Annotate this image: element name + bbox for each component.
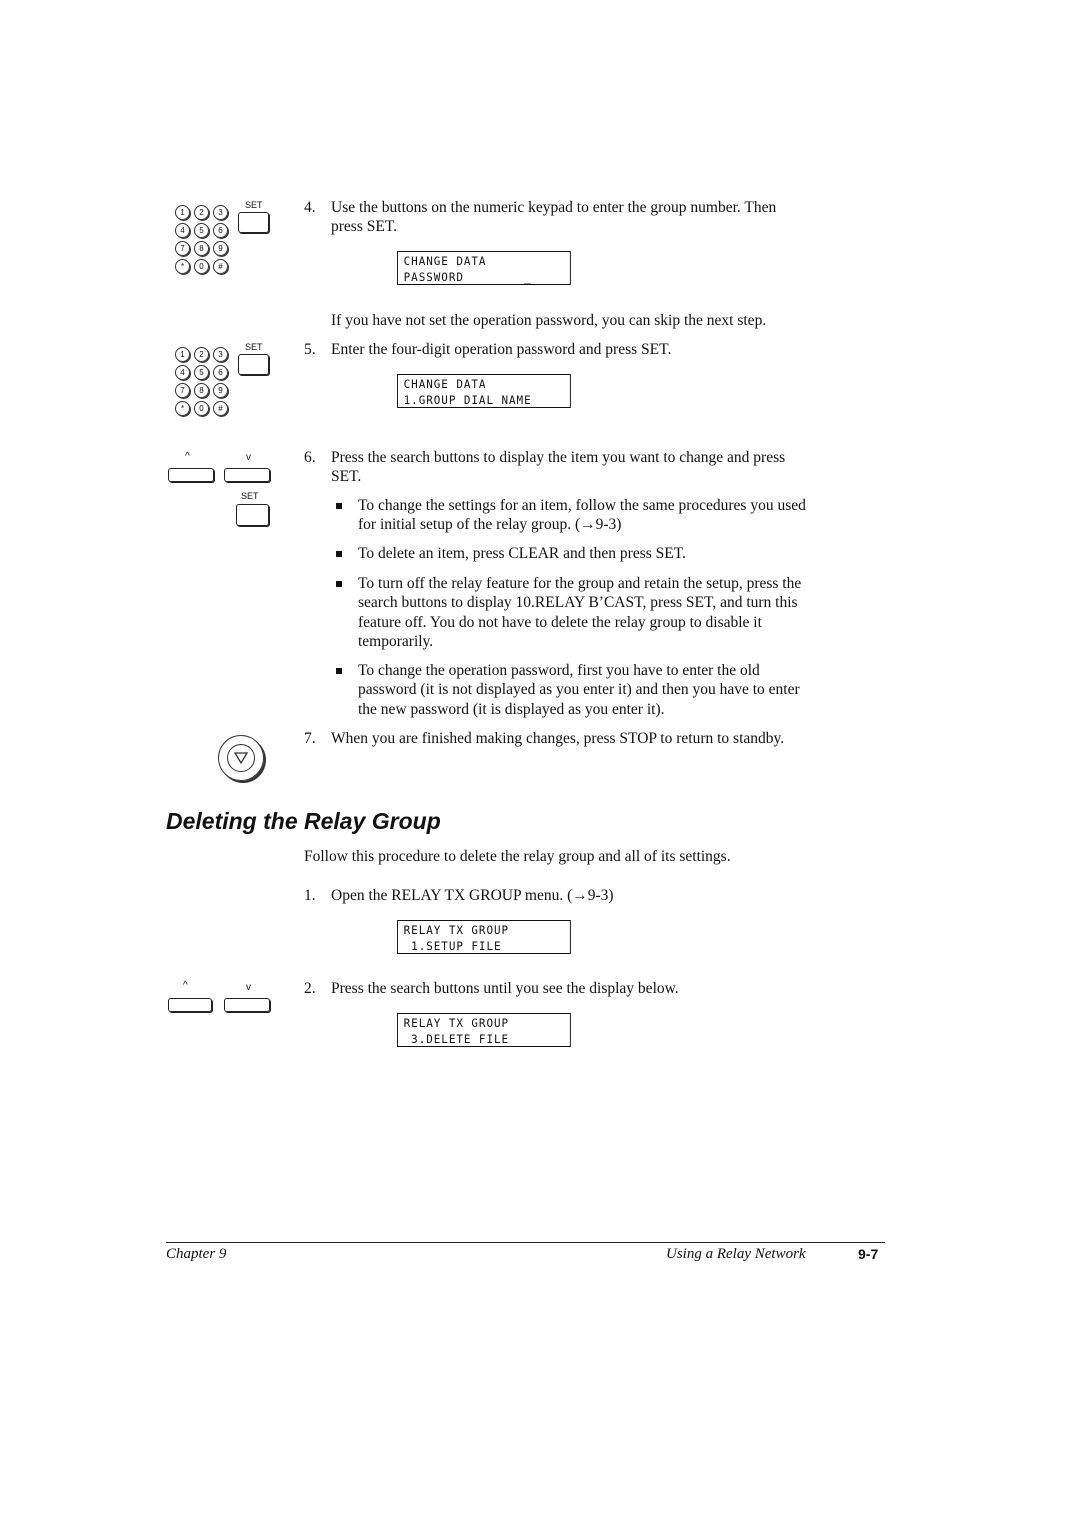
keypad-key: 4	[175, 365, 190, 380]
footer-divider	[166, 1242, 885, 1243]
set-button-icon	[238, 212, 269, 233]
note-text: If you have not set the operation passwo…	[331, 312, 767, 329]
page-number: 9-7	[858, 1246, 879, 1262]
section-heading: Deleting the Relay Group	[166, 808, 441, 834]
step-text: Press the search buttons to display the …	[331, 449, 786, 466]
step-number: 2.	[304, 980, 316, 997]
bullet-text: To change the settings for an item, foll…	[358, 497, 806, 514]
keypad-key: 6	[213, 223, 228, 238]
keypad-key: 2	[194, 205, 209, 220]
keypad-key: 0	[194, 401, 209, 416]
numeric-keypad-icon: 1 2 3 4 5 6 7 8 9 * 0 #	[170, 345, 240, 425]
down-arrow-label: v	[246, 982, 251, 993]
bullet-text: temporarily.	[358, 632, 434, 650]
keypad-key: 5	[194, 223, 209, 238]
keypad-key: 7	[175, 383, 190, 398]
bullet-text: To delete an item, press CLEAR and then …	[358, 545, 686, 562]
numeric-keypad-icon: 1 2 3 4 5 6 7 8 9 * 0 #	[170, 203, 240, 283]
down-arrow-label: v	[246, 452, 251, 463]
bullet-text: To turn off the relay feature for the gr…	[358, 575, 802, 592]
bullet-text: feature off. You do not have to delete t…	[358, 613, 762, 631]
set-button-icon	[238, 354, 269, 375]
step-number: 7.	[304, 730, 316, 747]
keypad-key: 3	[213, 205, 228, 220]
set-label: SET	[245, 200, 263, 210]
keypad-key: 5	[194, 365, 209, 380]
keypad-key: 9	[213, 241, 228, 256]
lcd-display: CHANGE DATA PASSWORD _	[397, 251, 571, 285]
bullet-text: the new password (it is displayed as you…	[358, 700, 665, 718]
search-down-button-icon	[224, 468, 270, 482]
up-arrow-label: ^	[183, 980, 188, 991]
keypad-key: 3	[213, 347, 228, 362]
set-label: SET	[241, 491, 259, 501]
set-button-icon	[236, 504, 269, 526]
keypad-key: 1	[175, 205, 190, 220]
lcd-display: CHANGE DATA 1.GROUP DIAL NAME	[397, 374, 571, 408]
manual-page: 1 2 3 4 5 6 7 8 9 * 0 # 1 2 3 4 5 6 7 8 9 * 0 # SET SET ^ v SE…	[0, 0, 1080, 1528]
keypad-key: 1	[175, 347, 190, 362]
search-up-button-icon	[168, 468, 214, 482]
bullet-text: search buttons to display 10.RELAY B’CAS…	[358, 594, 798, 612]
step-number: 4.	[304, 199, 316, 216]
step-text: Open the RELAY TX GROUP menu. (→9-3)	[331, 887, 614, 904]
keypad-key: 9	[213, 383, 228, 398]
keypad-key: 8	[194, 241, 209, 256]
bullet-icon	[336, 503, 342, 509]
lcd-display: RELAY TX GROUP 3.DELETE FILE	[397, 1013, 571, 1047]
up-arrow-label: ^	[185, 451, 190, 462]
step-text: SET.	[331, 468, 362, 485]
keypad-key: 2	[194, 347, 209, 362]
lcd-display: RELAY TX GROUP 1.SETUP FILE	[397, 920, 571, 954]
step-number: 1.	[304, 887, 316, 904]
keypad-key: #	[213, 401, 228, 416]
keypad-key: 7	[175, 241, 190, 256]
keypad-key: 8	[194, 383, 209, 398]
step-text: Use the buttons on the numeric keypad to…	[331, 199, 777, 216]
keypad-key: *	[175, 401, 190, 416]
footer-title: Using a Relay Network	[666, 1246, 806, 1262]
bullet-text: To change the operation password, first …	[358, 662, 760, 679]
step-number: 6.	[304, 449, 316, 466]
keypad-key: 6	[213, 365, 228, 380]
step-text: press SET.	[331, 218, 398, 235]
footer-chapter: Chapter 9	[166, 1246, 227, 1262]
step-text: When you are finished making changes, pr…	[331, 730, 785, 747]
bullet-icon	[336, 551, 342, 557]
section-intro: Follow this procedure to delete the rela…	[304, 848, 731, 865]
bullet-text: for initial setup of the relay group. (→…	[358, 516, 622, 534]
search-up-button-icon	[168, 998, 212, 1012]
stop-button-icon	[218, 735, 264, 781]
bullet-text: password (it is not displayed as you ent…	[358, 681, 800, 699]
step-text: Press the search buttons until you see t…	[331, 980, 679, 997]
step-text: Enter the four-digit operation password …	[331, 341, 672, 358]
bullet-icon	[336, 668, 342, 674]
search-down-button-icon	[224, 998, 270, 1012]
bullet-icon	[336, 581, 342, 587]
keypad-key: 4	[175, 223, 190, 238]
keypad-key: 0	[194, 259, 209, 274]
set-label: SET	[245, 342, 263, 352]
keypad-key: #	[213, 259, 228, 274]
keypad-key: *	[175, 259, 190, 274]
step-number: 5.	[304, 341, 316, 358]
